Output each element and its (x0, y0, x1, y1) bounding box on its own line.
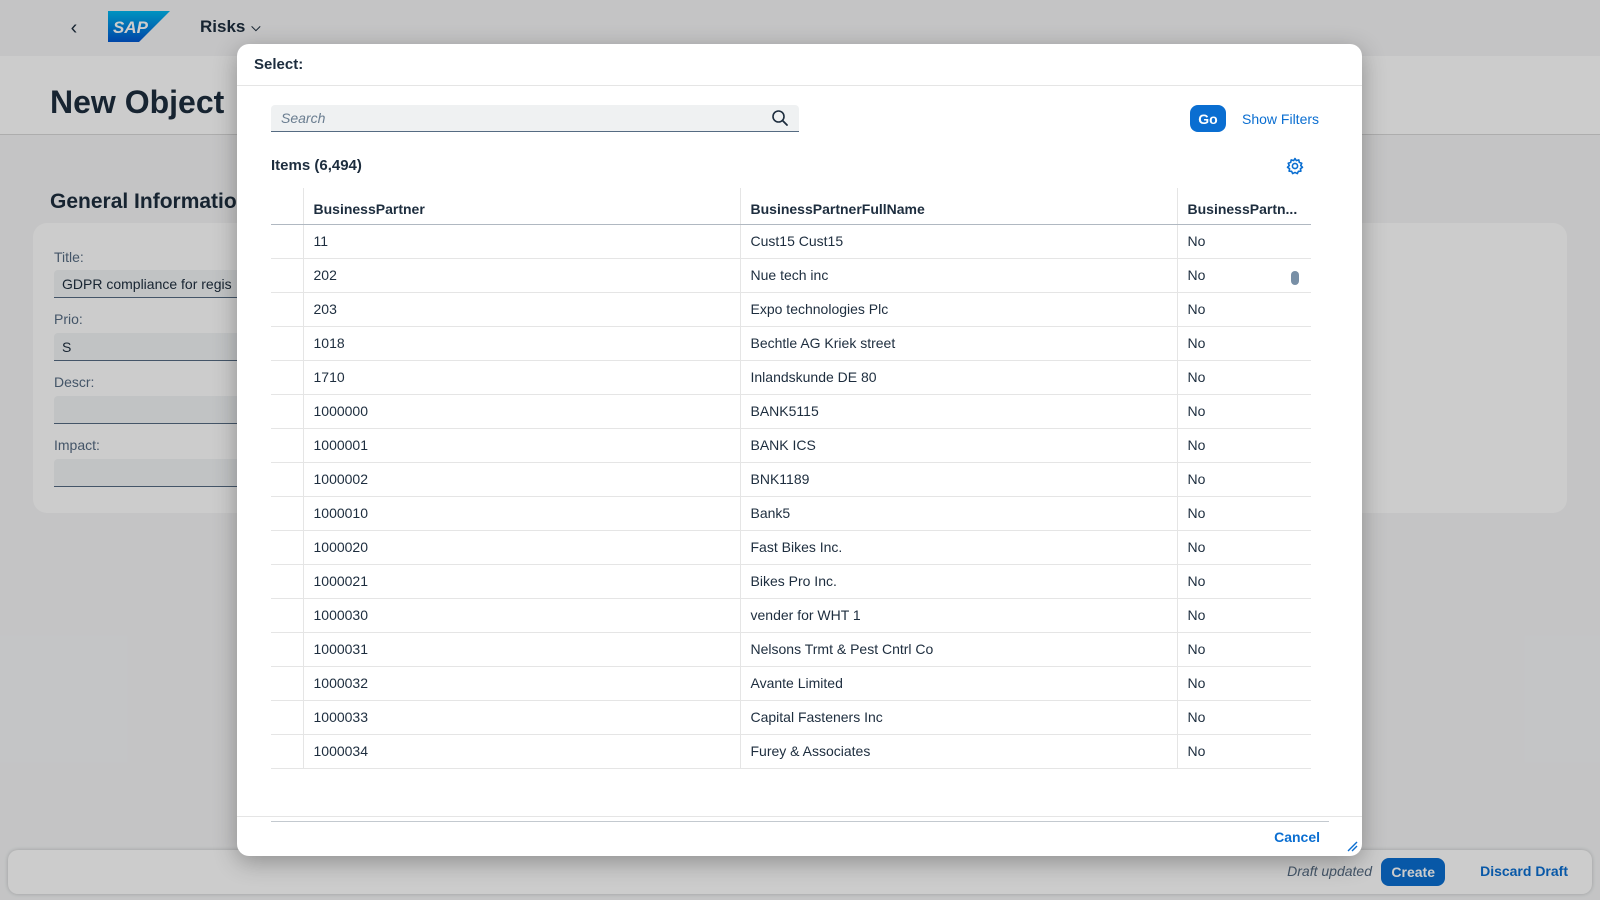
selection-column-header (271, 188, 303, 225)
row-selector-cell[interactable] (271, 598, 303, 633)
table-body: 11 Cust15 Cust15 No 202 Nue tech inc No 203 Exp… (271, 224, 1311, 769)
business-partner-full-name-cell: Bikes Pro Inc. (739, 564, 1177, 599)
row-selector-cell[interactable] (271, 428, 303, 463)
scrollbar-thumb[interactable] (1291, 271, 1299, 285)
dialog-footer: Cancel (237, 816, 1362, 856)
table-row[interactable]: 1000030 vender for WHT 1 No (271, 598, 1311, 633)
business-partner-full-name-cell: Nue tech inc (739, 258, 1177, 293)
business-partner-full-name-cell: Cust15 Cust15 (739, 224, 1177, 259)
table-row[interactable]: 1000021 Bikes Pro Inc. No (271, 564, 1311, 599)
table-row[interactable]: 11 Cust15 Cust15 No (271, 224, 1311, 259)
row-selector-cell[interactable] (271, 224, 303, 259)
business-partner-full-name-cell: Expo technologies Plc (739, 292, 1177, 327)
business-partner-cell: 1000034 (302, 734, 740, 769)
gear-icon[interactable] (1286, 157, 1304, 175)
search-field[interactable] (271, 105, 799, 132)
business-partner-cell: 11 (302, 224, 740, 259)
search-input[interactable] (281, 110, 771, 126)
business-partner-cell: 1000033 (302, 700, 740, 735)
results-table: BusinessPartner BusinessPartnerFullName … (271, 188, 1311, 769)
table-row[interactable]: 1000031 Nelsons Trmt & Pest Cntrl Co No (271, 632, 1311, 667)
search-icon[interactable] (771, 109, 789, 127)
results-table-container: BusinessPartner BusinessPartnerFullName … (271, 188, 1329, 822)
table-row[interactable]: 1000033 Capital Fasteners Inc No (271, 700, 1311, 735)
business-partner-full-name-cell: Furey & Associates (739, 734, 1177, 769)
business-partner-full-name-cell: BANK5115 (739, 394, 1177, 429)
show-filters-button[interactable]: Show Filters (1242, 111, 1319, 127)
business-partner-full-name-cell: Fast Bikes Inc. (739, 530, 1177, 565)
business-partner-flag-cell: No (1176, 224, 1311, 259)
row-selector-cell[interactable] (271, 632, 303, 667)
row-selector-cell[interactable] (271, 326, 303, 361)
table-row[interactable]: 1000002 BNK1189 No (271, 462, 1311, 497)
business-partner-cell: 1000001 (302, 428, 740, 463)
column-header-business-partner[interactable]: BusinessPartner (302, 188, 740, 225)
table-row[interactable]: 1000020 Fast Bikes Inc. No (271, 530, 1311, 565)
business-partner-cell: 1000002 (302, 462, 740, 497)
business-partner-cell: 202 (302, 258, 740, 293)
table-row[interactable]: 1000001 BANK ICS No (271, 428, 1311, 463)
row-selector-cell[interactable] (271, 258, 303, 293)
row-selector-cell[interactable] (271, 700, 303, 735)
column-header-business-partner-full-name[interactable]: BusinessPartnerFullName (739, 188, 1177, 225)
column-header-business-partner-flag[interactable]: BusinessPartn... (1176, 188, 1311, 225)
business-partner-full-name-cell: Bank5 (739, 496, 1177, 531)
cancel-button[interactable]: Cancel (1274, 829, 1320, 845)
row-selector-cell[interactable] (271, 530, 303, 565)
business-partner-cell: 1000021 (302, 564, 740, 599)
row-selector-cell[interactable] (271, 292, 303, 327)
business-partner-cell: 203 (302, 292, 740, 327)
business-partner-full-name-cell: Bechtle AG Kriek street (739, 326, 1177, 361)
table-row[interactable]: 1000032 Avante Limited No (271, 666, 1311, 701)
business-partner-full-name-cell: Inlandskunde DE 80 (739, 360, 1177, 395)
business-partner-cell: 1000031 (302, 632, 740, 667)
business-partner-full-name-cell: BANK ICS (739, 428, 1177, 463)
items-count-title: Items (6,494) (271, 157, 362, 174)
business-partner-cell: 1000032 (302, 666, 740, 701)
row-selector-cell[interactable] (271, 734, 303, 769)
business-partner-cell: 1000000 (302, 394, 740, 429)
table-row[interactable]: 202 Nue tech inc No (271, 258, 1311, 293)
go-button[interactable]: Go (1190, 105, 1226, 132)
table-row[interactable]: 1018 Bechtle AG Kriek street No (271, 326, 1311, 361)
business-partner-full-name-cell: vender for WHT 1 (739, 598, 1177, 633)
business-partner-cell: 1000010 (302, 496, 740, 531)
row-selector-cell[interactable] (271, 564, 303, 599)
table-row[interactable]: 203 Expo technologies Plc No (271, 292, 1311, 327)
resize-handle-icon[interactable] (1346, 840, 1358, 852)
table-row[interactable]: 1000010 Bank5 No (271, 496, 1311, 531)
business-partner-full-name-cell: Avante Limited (739, 666, 1177, 701)
row-selector-cell[interactable] (271, 462, 303, 497)
row-selector-cell[interactable] (271, 394, 303, 429)
row-selector-cell[interactable] (271, 666, 303, 701)
business-partner-cell: 1000020 (302, 530, 740, 565)
row-selector-cell[interactable] (271, 496, 303, 531)
table-header-row: BusinessPartner BusinessPartnerFullName … (271, 188, 1311, 225)
business-partner-full-name-cell: Nelsons Trmt & Pest Cntrl Co (739, 632, 1177, 667)
row-selector-cell[interactable] (271, 360, 303, 395)
business-partner-cell: 1018 (302, 326, 740, 361)
table-row[interactable]: 1000000 BANK5115 No (271, 394, 1311, 429)
table-row[interactable]: 1710 Inlandskunde DE 80 No (271, 360, 1311, 395)
value-help-dialog: Select: Go Show Filters Items (6,494) Bu… (237, 44, 1362, 856)
business-partner-cell: 1710 (302, 360, 740, 395)
dialog-header: Select: (237, 44, 1362, 86)
business-partner-cell: 1000030 (302, 598, 740, 633)
business-partner-full-name-cell: Capital Fasteners Inc (739, 700, 1177, 735)
table-scrollbar[interactable] (1291, 271, 1299, 811)
business-partner-full-name-cell: BNK1189 (739, 462, 1177, 497)
table-row[interactable]: 1000034 Furey & Associates No (271, 734, 1311, 769)
dialog-title: Select: (254, 56, 304, 73)
